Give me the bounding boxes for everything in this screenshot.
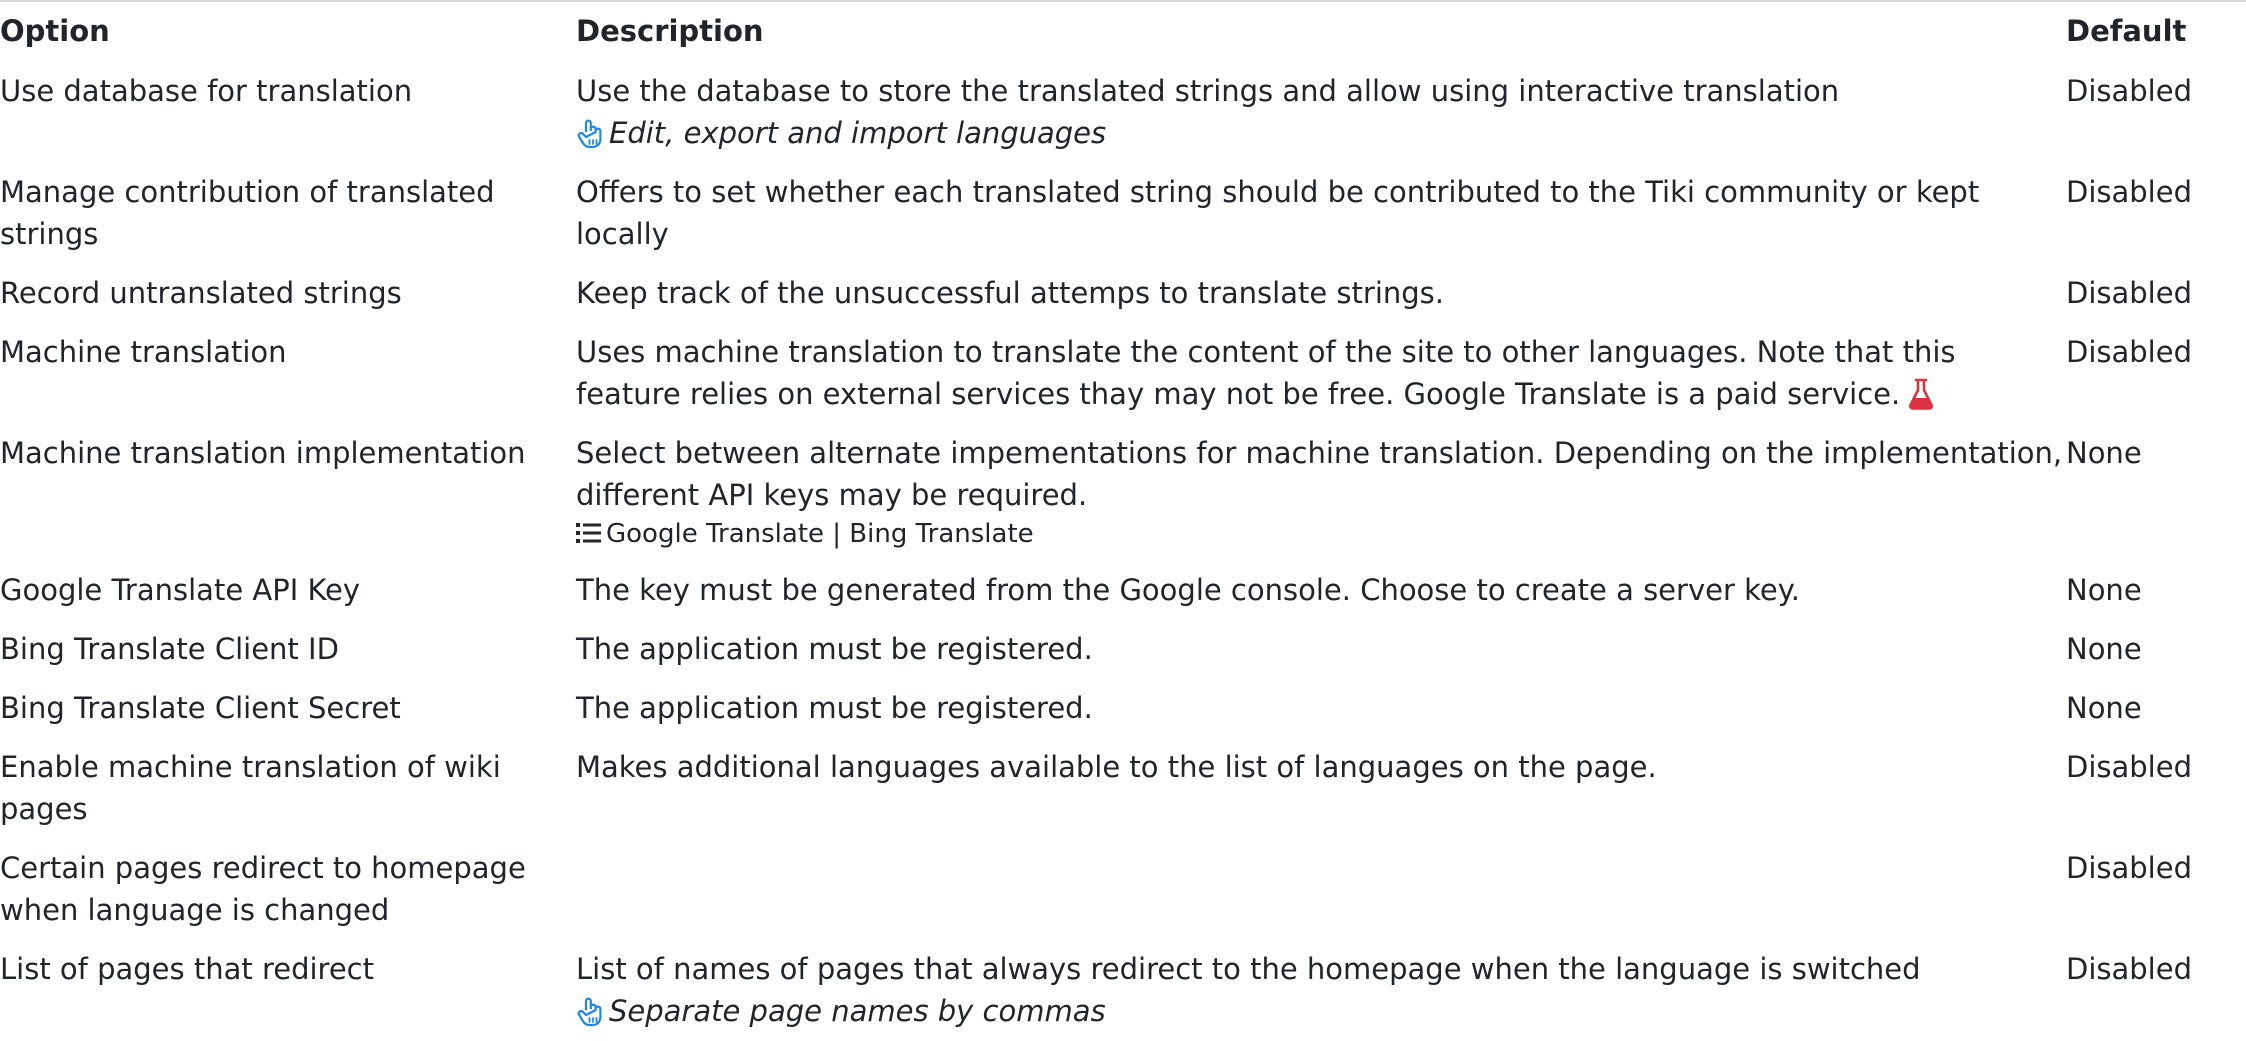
option-name: Record untranslated strings bbox=[0, 276, 402, 310]
option-name: Enable machine translation of wiki pages bbox=[0, 750, 501, 826]
table-row: Enable machine translation of wiki pages… bbox=[0, 738, 2246, 839]
table-row: Google Translate API Key The key must be… bbox=[0, 561, 2246, 620]
option-description: Keep track of the unsuccessful attemps t… bbox=[576, 276, 1445, 310]
option-description: The application must be registered. bbox=[576, 632, 1093, 666]
option-description-cell: Uses machine translation to translate th… bbox=[574, 323, 2066, 424]
option-description bbox=[574, 839, 2066, 940]
option-name: Machine translation implementation bbox=[0, 436, 526, 470]
table-row: Bing Translate Client ID The application… bbox=[0, 620, 2246, 679]
option-description: List of names of pages that always redir… bbox=[576, 952, 1921, 986]
table-row: Bing Translate Client Secret The applica… bbox=[0, 679, 2246, 738]
list-icon bbox=[576, 523, 601, 543]
option-name: Machine translation bbox=[0, 335, 287, 369]
option-default: Disabled bbox=[2066, 952, 2192, 986]
table-row: Manage contribution of translated string… bbox=[0, 163, 2246, 264]
option-name: Manage contribution of translated string… bbox=[0, 175, 495, 251]
table-row: Machine translation implementation Selec… bbox=[0, 424, 2246, 561]
pointing-hand-icon bbox=[577, 119, 602, 149]
option-default: Disabled bbox=[2066, 335, 2192, 369]
table-row: Machine translation Uses machine transla… bbox=[0, 323, 2246, 424]
option-description: Select between alternate impementations … bbox=[576, 436, 2063, 512]
option-default: None bbox=[2066, 436, 2142, 470]
option-name: Bing Translate Client ID bbox=[0, 632, 339, 666]
option-name: List of pages that redirect bbox=[0, 952, 374, 986]
options-table: Option Description Default Use database … bbox=[0, 2, 2246, 1041]
option-choices-text: Google Translate | Bing Translate bbox=[606, 519, 1034, 549]
option-hint: Edit, export and import languages bbox=[576, 112, 2066, 154]
option-default: None bbox=[2066, 573, 2142, 607]
table-row: Use database for translation Use the dat… bbox=[0, 62, 2246, 163]
option-name: Google Translate API Key bbox=[0, 573, 361, 607]
option-default: Disabled bbox=[2066, 175, 2192, 209]
option-default: Disabled bbox=[2066, 74, 2192, 108]
header-description: Description bbox=[576, 14, 764, 48]
option-name: Bing Translate Client Secret bbox=[0, 691, 401, 725]
flask-icon bbox=[1909, 378, 1934, 410]
option-default: Disabled bbox=[2066, 750, 2192, 784]
option-description: The application must be registered. bbox=[576, 691, 1093, 725]
option-choices: Google Translate | Bing Translate bbox=[576, 516, 2066, 552]
option-description-cell: Use the database to store the translated… bbox=[574, 62, 2066, 163]
option-hint-text: Edit, export and import languages bbox=[609, 116, 1107, 150]
option-hint: Separate page names by commas bbox=[576, 990, 2066, 1032]
header-option: Option bbox=[0, 14, 110, 48]
option-default: None bbox=[2066, 632, 2142, 666]
table-header-row: Option Description Default bbox=[0, 2, 2246, 62]
option-name: Use database for translation bbox=[0, 74, 413, 108]
option-default: Disabled bbox=[2066, 276, 2192, 310]
option-name: Certain pages redirect to homepage when … bbox=[0, 851, 526, 927]
option-description: Use the database to store the translated… bbox=[576, 74, 1840, 108]
table-row: Record untranslated strings Keep track o… bbox=[0, 264, 2246, 323]
option-description: The key must be generated from the Googl… bbox=[576, 573, 1800, 607]
header-default: Default bbox=[2066, 14, 2187, 48]
option-description: Makes additional languages available to … bbox=[576, 750, 1657, 784]
option-default: None bbox=[2066, 691, 2142, 725]
option-description-cell: Select between alternate impementations … bbox=[574, 424, 2066, 561]
option-default: Disabled bbox=[2066, 851, 2192, 885]
pointing-hand-icon bbox=[577, 997, 602, 1027]
table-row: List of pages that redirect List of name… bbox=[0, 940, 2246, 1041]
option-description: Offers to set whether each translated st… bbox=[576, 175, 1980, 251]
option-hint-text: Separate page names by commas bbox=[609, 994, 1106, 1028]
table-row: Certain pages redirect to homepage when … bbox=[0, 839, 2246, 940]
option-description: Uses machine translation to translate th… bbox=[576, 335, 1956, 411]
option-description-cell: List of names of pages that always redir… bbox=[574, 940, 2066, 1041]
